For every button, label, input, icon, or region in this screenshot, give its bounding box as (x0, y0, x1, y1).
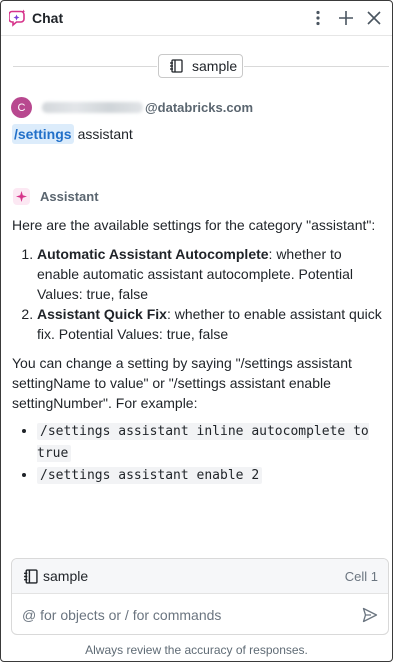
command-tag: /settings (12, 124, 74, 144)
examples-list: /settings assistant inline autocomplete … (12, 420, 384, 486)
chat-input[interactable] (22, 606, 361, 623)
redacted-email-local-part (42, 102, 143, 113)
avatar: C (11, 97, 32, 118)
example-code: /settings assistant inline autocomplete … (37, 423, 369, 462)
header-actions (308, 8, 384, 28)
context-chip-label: sample (192, 58, 238, 74)
assistant-message-header: Assistant (13, 188, 99, 205)
more-vertical-icon[interactable] (308, 8, 328, 28)
assistant-intro: Here are the available settings for the … (12, 217, 376, 233)
user-email: @databricks.com (42, 100, 253, 115)
chat-header: Chat (1, 1, 392, 36)
context-divider: sample (1, 53, 392, 79)
notebook-icon (23, 568, 38, 584)
divider-line-left (13, 66, 157, 67)
chat-composer: sample Cell 1 (11, 558, 389, 635)
settings-list: Automatic Assistant Autocomplete: whethe… (12, 244, 384, 344)
assistant-message-body: Here are the available settings for the … (12, 215, 384, 486)
context-chip[interactable]: sample (158, 54, 243, 78)
assistant-sparkle-icon (13, 188, 30, 205)
assistant-outro: You can change a setting by saying "/set… (12, 355, 352, 411)
notebook-icon (169, 59, 183, 73)
user-message: /settings assistant (12, 124, 133, 144)
example-item: /settings assistant inline autocomplete … (37, 420, 384, 464)
composer-context-cell: Cell 1 (344, 568, 378, 584)
assistant-chat-logo-icon (9, 9, 27, 27)
example-code: /settings assistant enable 2 (37, 467, 263, 484)
assistant-name: Assistant (40, 189, 99, 204)
chat-panel: Chat sample C @databricks.com /settings … (0, 0, 393, 662)
composer-input-row (12, 594, 388, 634)
user-email-domain: @databricks.com (145, 100, 254, 115)
close-icon[interactable] (364, 8, 384, 28)
composer-context-bar[interactable]: sample Cell 1 (12, 559, 388, 594)
chat-title: Chat (32, 10, 64, 26)
composer-context-name: sample (43, 568, 89, 584)
divider-line-right (244, 66, 389, 67)
user-message-text: assistant (77, 126, 133, 142)
settings-list-item: Automatic Assistant Autocomplete: whethe… (37, 244, 384, 304)
setting-name: Automatic Assistant Autocomplete (37, 246, 269, 262)
settings-list-item: Assistant Quick Fix: whether to enable a… (37, 304, 384, 344)
user-message-header: C @databricks.com (11, 97, 253, 118)
plus-icon[interactable] (336, 8, 356, 28)
send-icon[interactable] (361, 606, 379, 624)
disclaimer-note: Always review the accuracy of responses. (85, 643, 308, 657)
example-item: /settings assistant enable 2 (37, 464, 384, 486)
setting-name: Assistant Quick Fix (37, 306, 167, 322)
